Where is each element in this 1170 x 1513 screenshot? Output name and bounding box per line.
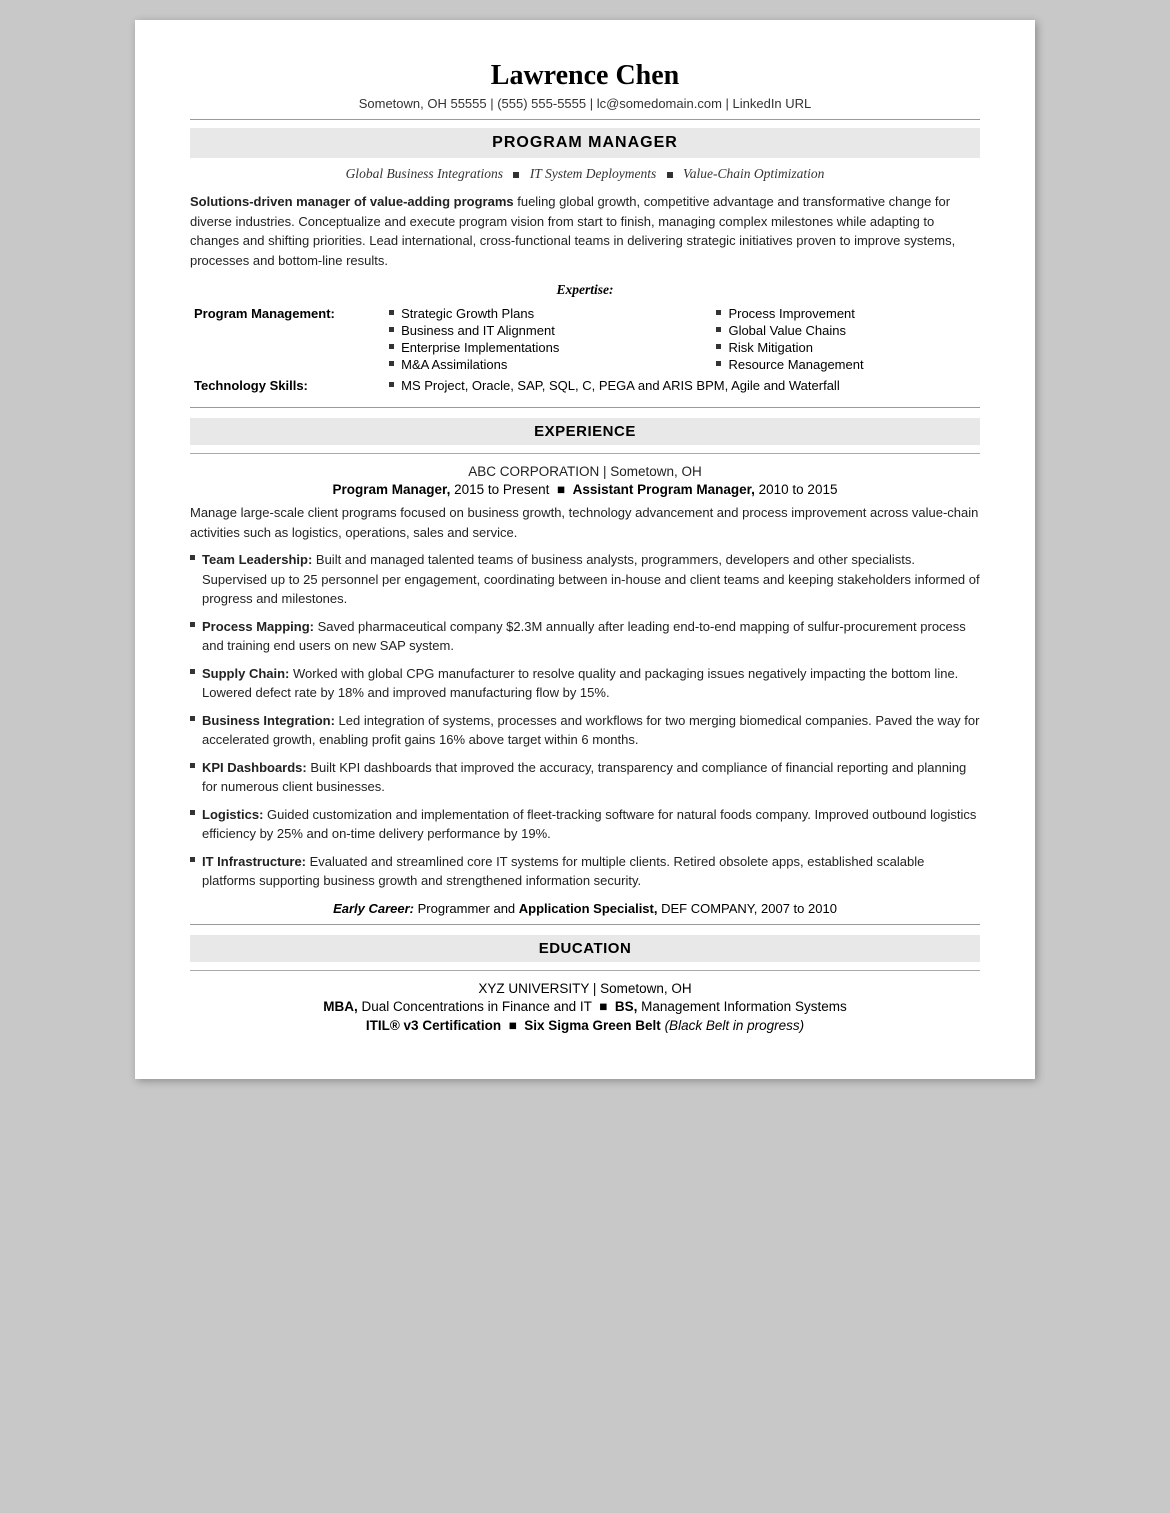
role-2-bold: Assistant Program Manager, [573, 482, 755, 497]
bullet-bold: Supply Chain: [202, 666, 289, 681]
bullet-bold: KPI Dashboards: [202, 760, 307, 775]
list-item: Process Mapping: Saved pharmaceutical co… [190, 617, 980, 656]
cert-2-bold: Six Sigma Green Belt [524, 1018, 661, 1033]
experience-bullets: Team Leadership: Built and managed talen… [190, 550, 980, 891]
list-item: Enterprise Implementations [389, 340, 688, 355]
certifications: ITIL® v3 Certification ■ Six Sigma Green… [190, 1018, 980, 1033]
list-item: KPI Dashboards: Built KPI dashboards tha… [190, 758, 980, 797]
bullet-text: IT Infrastructure: Evaluated and streaml… [202, 852, 980, 891]
list-item: IT Infrastructure: Evaluated and streaml… [190, 852, 980, 891]
bullet-text: Business Integration: Led integration of… [202, 711, 980, 750]
list-item: Resource Management [716, 357, 976, 372]
early-career-italic-bold: Early Career: [333, 901, 414, 916]
list-item: Global Value Chains [716, 323, 976, 338]
bullet-icon [716, 327, 721, 332]
list-item: Strategic Growth Plans [389, 306, 688, 321]
bullet-icon [190, 857, 195, 862]
contact-info: Sometown, OH 55555 | (555) 555-5555 | lc… [190, 96, 980, 111]
bullet-icon [389, 310, 394, 315]
tagline: Global Business Integrations IT System D… [190, 166, 980, 182]
bullet-icon [190, 810, 195, 815]
cert-1-bold: ITIL® v3 Certification [366, 1018, 501, 1033]
header-divider [190, 119, 980, 120]
summary-paragraph: Solutions-driven manager of value-adding… [190, 192, 980, 270]
job-roles: Program Manager, 2015 to Present ■ Assis… [190, 482, 980, 497]
university-name: XYZ UNIVERSITY | Sometown, OH [190, 981, 980, 996]
tech-label: Technology Skills: [190, 376, 385, 397]
summary-bold: Solutions-driven manager of value-adding… [190, 194, 514, 209]
expertise-list-col2: Process Improvement Global Value Chains … [716, 306, 976, 372]
experience-section-title: Experience [190, 418, 980, 445]
bullet-sep-2 [667, 172, 673, 178]
early-career-bold: Application Specialist, [519, 901, 658, 916]
list-item: Process Improvement [716, 306, 976, 321]
bullet-icon [716, 310, 721, 315]
resume-document: Lawrence Chen Sometown, OH 55555 | (555)… [135, 20, 1035, 1079]
role-1-bold: Program Manager, [333, 482, 451, 497]
bullet-icon [190, 622, 195, 627]
job-title: Program Manager [492, 134, 678, 151]
list-item: Logistics: Guided customization and impl… [190, 805, 980, 844]
bullet-icon [190, 716, 195, 721]
expertise-divider [190, 407, 980, 408]
expertise-title: Expertise: [190, 282, 980, 298]
list-item: M&A Assimilations [389, 357, 688, 372]
candidate-name: Lawrence Chen [190, 60, 980, 92]
job-title-bar: Program Manager [190, 128, 980, 158]
bullet-icon [190, 669, 195, 674]
list-item: Business and IT Alignment [389, 323, 688, 338]
expertise-section: Expertise: Program Management: Strategic… [190, 282, 980, 397]
expertise-label: Program Management: [190, 304, 385, 376]
bullet-bold: Logistics: [202, 807, 263, 822]
tagline-item-3: Value-Chain Optimization [683, 166, 824, 181]
expertise-list-col1: Strategic Growth Plans Business and IT A… [389, 306, 688, 372]
list-item: Supply Chain: Worked with global CPG man… [190, 664, 980, 703]
bullet-text: KPI Dashboards: Built KPI dashboards tha… [202, 758, 980, 797]
bullet-sep-1 [513, 172, 519, 178]
expertise-col1: Strategic Growth Plans Business and IT A… [385, 304, 692, 376]
list-item: MS Project, Oracle, SAP, SQL, C, PEGA an… [389, 378, 976, 393]
cert-italic: (Black Belt in progress) [661, 1018, 804, 1033]
bullet-icon [389, 382, 394, 387]
role-2-text: 2010 to 2015 [755, 482, 838, 497]
list-item: Business Integration: Led integration of… [190, 711, 980, 750]
bullet-bold: Business Integration: [202, 713, 335, 728]
bullet-icon [389, 361, 394, 366]
header: Lawrence Chen Sometown, OH 55555 | (555)… [190, 60, 980, 111]
mba-bold: MBA, [323, 999, 358, 1014]
bullet-text: Team Leadership: Built and managed talen… [202, 550, 980, 609]
list-item: Team Leadership: Built and managed talen… [190, 550, 980, 609]
early-career: Early Career: Programmer and Application… [190, 901, 980, 916]
expertise-row: Program Management: Strategic Growth Pla… [190, 304, 980, 376]
bullet-icon [190, 555, 195, 560]
bullet-icon [716, 344, 721, 349]
company-name: ABC CORPORATION | Sometown, OH [190, 464, 980, 479]
bs-bold: BS, [615, 999, 638, 1014]
tech-items: MS Project, Oracle, SAP, SQL, C, PEGA an… [385, 376, 980, 397]
experience-end-divider [190, 924, 980, 925]
list-item: Risk Mitigation [716, 340, 976, 355]
expertise-table: Program Management: Strategic Growth Pla… [190, 304, 980, 397]
bullet-icon [389, 344, 394, 349]
bullet-icon [716, 361, 721, 366]
experience-divider [190, 453, 980, 454]
education-divider [190, 970, 980, 971]
job-description: Manage large-scale client programs focus… [190, 503, 980, 542]
bullet-bold: Team Leadership: [202, 552, 312, 567]
degree-line: MBA, Dual Concentrations in Finance and … [190, 999, 980, 1014]
bullet-text: Supply Chain: Worked with global CPG man… [202, 664, 980, 703]
bullet-icon [389, 327, 394, 332]
tech-row: Technology Skills: MS Project, Oracle, S… [190, 376, 980, 397]
bullet-bold: IT Infrastructure: [202, 854, 306, 869]
bullet-icon [190, 763, 195, 768]
bullet-text: Logistics: Guided customization and impl… [202, 805, 980, 844]
bullet-bold: Process Mapping: [202, 619, 314, 634]
role-1-text: 2015 to Present [450, 482, 549, 497]
tech-list: MS Project, Oracle, SAP, SQL, C, PEGA an… [389, 378, 976, 393]
expertise-col2: Process Improvement Global Value Chains … [712, 304, 980, 376]
tagline-item-1: Global Business Integrations [346, 166, 504, 181]
education-section-title: Education [190, 935, 980, 962]
bullet-text: Process Mapping: Saved pharmaceutical co… [202, 617, 980, 656]
tagline-item-2: IT System Deployments [530, 166, 656, 181]
